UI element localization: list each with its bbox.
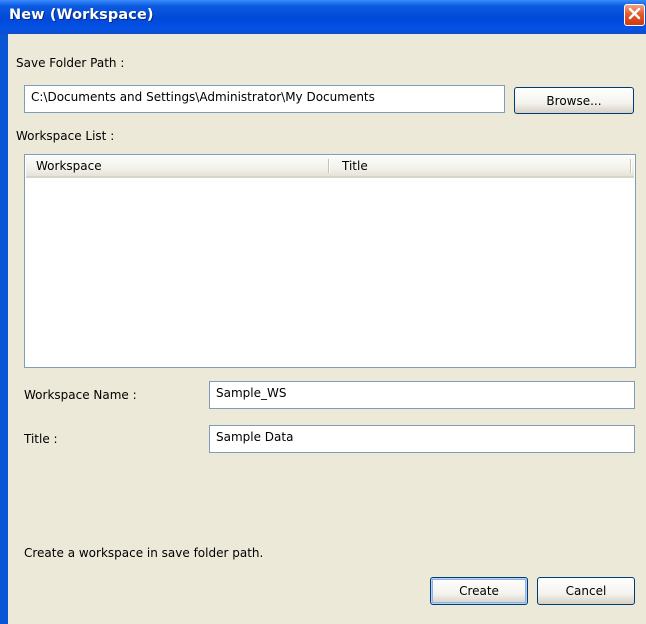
workspace-name-field[interactable]: Sample_WS (209, 381, 635, 409)
browse-button[interactable]: Browse... (514, 87, 634, 114)
column-divider[interactable] (328, 159, 329, 173)
title-bar[interactable]: New (Workspace) (0, 0, 646, 34)
new-workspace-dialog: New (Workspace) Save Folder Path : C:\Do… (0, 0, 646, 624)
close-button[interactable] (624, 4, 645, 26)
workspace-list[interactable]: Workspace Title (24, 154, 636, 368)
workspace-list-label: Workspace List : (16, 129, 115, 143)
column-header-title[interactable]: Title (332, 156, 630, 176)
title-field[interactable]: Sample Data (209, 425, 635, 453)
save-folder-label: Save Folder Path : (16, 56, 125, 70)
workspace-list-header: Workspace Title (26, 156, 634, 178)
save-folder-path-field[interactable]: C:\Documents and Settings\Administrator\… (24, 85, 505, 113)
window-title: New (Workspace) (9, 7, 154, 23)
workspace-name-label: Workspace Name : (24, 388, 137, 402)
status-message: Create a workspace in save folder path. (24, 546, 264, 560)
dialog-body: Save Folder Path : C:\Documents and Sett… (8, 34, 646, 624)
cancel-button[interactable]: Cancel (537, 577, 635, 605)
create-button[interactable]: Create (430, 577, 528, 605)
close-icon (628, 7, 641, 23)
column-header-workspace[interactable]: Workspace (26, 156, 328, 176)
title-label: Title : (24, 432, 58, 446)
column-divider[interactable] (630, 159, 631, 173)
